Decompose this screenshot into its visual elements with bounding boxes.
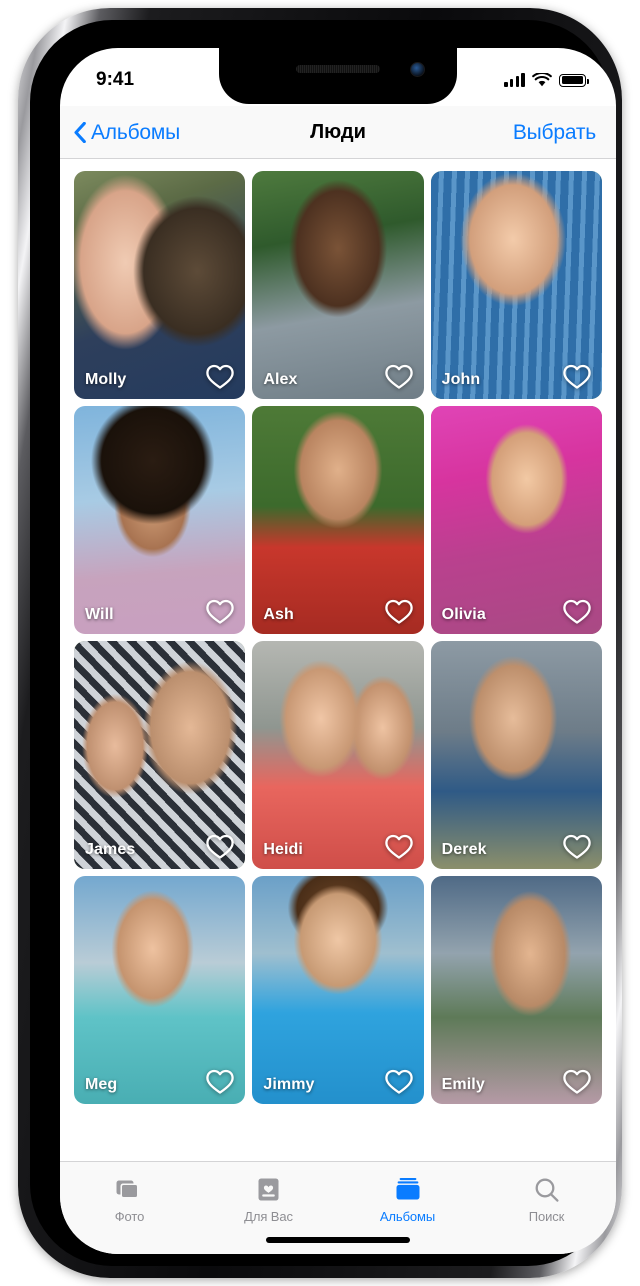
person-name: Olivia [441,606,486,623]
back-button-label: Альбомы [91,120,181,144]
person-name: Meg [85,1076,118,1093]
person-cell[interactable]: Alex [252,171,424,399]
phone-screen: 9:41 Альбомы Люди Выбрать Molly Alex Joh… [60,48,616,1254]
person-name: Will [85,606,114,623]
chevron-left-icon [74,122,86,143]
heart-outline-icon[interactable] [562,1068,592,1096]
battery-full-icon [559,73,589,87]
heart-outline-icon[interactable] [205,363,235,391]
select-button[interactable]: Выбрать [513,121,596,145]
heart-outline-icon[interactable] [562,598,592,626]
person-cell[interactable]: James [74,641,246,869]
person-name: Molly [85,371,127,388]
front-camera-icon [410,62,425,77]
albums-folder-icon [395,1176,421,1203]
photos-stack-icon [116,1176,143,1203]
person-cell[interactable]: Olivia [430,406,602,634]
heart-outline-icon[interactable] [562,363,592,391]
tab-for-you-label: Для Вас [244,1209,293,1224]
person-cell[interactable]: Emily [430,876,602,1104]
notch [219,48,457,104]
tab-albums-label: Альбомы [379,1209,436,1224]
person-name: John [441,371,481,388]
person-cell[interactable]: Will [74,406,246,634]
earpiece-speaker-icon [296,65,380,73]
heart-outline-icon[interactable] [384,833,414,861]
heart-outline-icon[interactable] [384,1068,414,1096]
status-indicators [504,67,589,88]
wifi-icon [532,72,552,86]
heart-outline-icon[interactable] [205,833,235,861]
back-button[interactable]: Альбомы [60,121,180,145]
person-cell[interactable]: Ash [252,406,424,634]
person-name: Ash [263,606,294,623]
navigation-bar: Альбомы Люди Выбрать [60,106,616,159]
tab-search-label: Поиск [528,1209,565,1224]
phone-frame: 9:41 Альбомы Люди Выбрать Molly Alex Joh… [18,8,622,1278]
home-indicator[interactable] [266,1237,410,1243]
person-cell[interactable]: Jimmy [252,876,424,1104]
search-icon [534,1176,560,1203]
heart-outline-icon[interactable] [384,363,414,391]
person-cell[interactable]: Derek [430,641,602,869]
tab-photos[interactable]: Фото [60,1169,199,1254]
page-title: Люди [310,121,366,143]
cellular-bars-icon [504,73,525,87]
person-name: Alex [263,371,298,388]
heart-outline-icon[interactable] [205,598,235,626]
person-name: Emily [441,1076,485,1093]
heart-outline-icon[interactable] [562,833,592,861]
person-cell[interactable]: Heidi [252,641,424,869]
heart-outline-icon[interactable] [205,1068,235,1096]
person-name: Jimmy [263,1076,315,1093]
person-name: Heidi [263,841,303,858]
person-name: James [85,841,136,858]
heart-outline-icon[interactable] [384,598,414,626]
person-cell[interactable]: Molly [74,171,246,399]
tab-search[interactable]: Поиск [477,1169,616,1254]
person-cell[interactable]: John [430,171,602,399]
nav-divider [60,158,616,159]
tab-bar-divider [60,1161,616,1162]
people-grid[interactable]: Molly Alex John Will Ash Olivia James Heidi Dere… [60,160,616,1161]
person-name: Derek [441,841,487,858]
person-cell[interactable]: Meg [74,876,246,1104]
tab-photos-label: Фото [114,1209,145,1224]
for-you-card-icon [257,1176,280,1203]
status-time: 9:41 [96,69,135,90]
